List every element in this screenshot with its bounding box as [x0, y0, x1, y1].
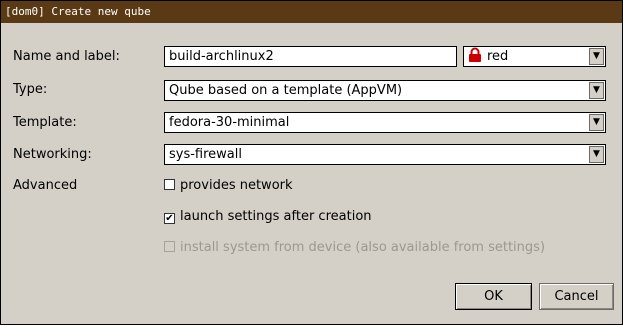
- chevron-down-icon[interactable]: ▼: [589, 82, 604, 99]
- provides-network-label: provides network: [180, 178, 293, 193]
- launch-settings-option[interactable]: ✔ launch settings after creation: [164, 209, 372, 224]
- cancel-button[interactable]: Cancel: [539, 283, 614, 310]
- install-from-device-label: install system from device (also availab…: [180, 240, 546, 255]
- provides-network-checkbox[interactable]: [164, 179, 175, 190]
- window-title: [dom0] Create new qube: [1, 1, 622, 23]
- install-from-device-option: install system from device (also availab…: [164, 240, 545, 255]
- type-label: Type:: [13, 82, 48, 97]
- networking-label: Networking:: [13, 147, 92, 162]
- chevron-down-icon[interactable]: ▼: [589, 146, 604, 163]
- networking-select[interactable]: sys-firewall ▼: [164, 144, 606, 165]
- name-label: Name and label:: [13, 49, 120, 64]
- name-input[interactable]: build-archlinux2: [164, 46, 457, 67]
- launch-settings-checkbox[interactable]: ✔: [164, 213, 175, 224]
- create-qube-dialog: [dom0] Create new qube Name and label: b…: [0, 0, 623, 325]
- ok-button[interactable]: OK: [455, 283, 532, 310]
- label-color-select[interactable]: red ▼: [463, 46, 606, 67]
- type-select[interactable]: Qube based on a template (AppVM) ▼: [164, 80, 606, 101]
- label-color-value: red: [487, 49, 509, 64]
- chevron-down-icon[interactable]: ▼: [589, 48, 604, 65]
- networking-value: sys-firewall: [169, 147, 242, 162]
- advanced-label: Advanced: [13, 178, 78, 193]
- template-value: fedora-30-minimal: [169, 115, 290, 130]
- install-from-device-checkbox: [164, 241, 175, 252]
- template-select[interactable]: fedora-30-minimal ▼: [164, 112, 606, 133]
- template-label: Template:: [13, 115, 77, 130]
- launch-settings-label: launch settings after creation: [180, 209, 372, 224]
- lock-icon: [469, 47, 481, 62]
- provides-network-option[interactable]: provides network: [164, 178, 293, 193]
- type-value: Qube based on a template (AppVM): [169, 83, 403, 98]
- chevron-down-icon[interactable]: ▼: [589, 114, 604, 131]
